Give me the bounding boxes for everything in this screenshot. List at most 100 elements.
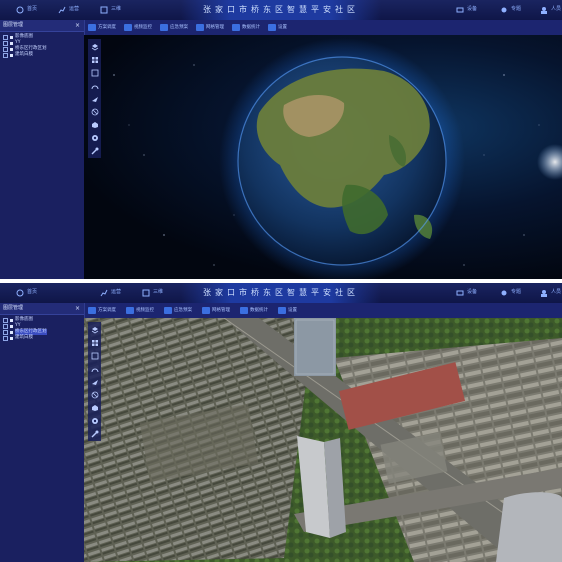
expand-icon[interactable] <box>3 317 8 323</box>
nav-home[interactable]: 首页 <box>16 286 37 299</box>
toolbar-item-dispatch[interactable]: 方案调度 <box>88 306 116 315</box>
nav-topic[interactable]: 专题 <box>500 286 521 299</box>
layers-icon[interactable] <box>90 42 99 51</box>
measure-icon[interactable] <box>90 351 99 360</box>
grid-icon[interactable] <box>90 338 99 347</box>
checkbox[interactable] <box>10 336 13 340</box>
expand-icon[interactable] <box>3 46 8 52</box>
compass-icon[interactable] <box>90 390 99 399</box>
camera-icon <box>126 307 134 314</box>
toolbar-item-emergency[interactable]: 应急预案 <box>160 23 188 32</box>
alert-icon <box>160 24 168 31</box>
device-icon <box>456 7 464 12</box>
layers-icon[interactable] <box>90 325 99 334</box>
toolbar-item-stats[interactable]: 数据统计 <box>240 306 268 315</box>
layer-panel-header: 图层管理 × <box>0 20 84 32</box>
page-title: 张家口市桥东区智慧平安社区 <box>181 0 381 20</box>
wrench-icon[interactable] <box>90 429 99 438</box>
dispatch-icon <box>88 307 96 314</box>
expand-icon[interactable] <box>3 323 8 329</box>
device-icon <box>456 290 464 295</box>
page-title: 张家口市桥东区智慧平安社区 <box>181 283 381 303</box>
settings-icon[interactable] <box>90 133 99 142</box>
nav-device[interactable]: 设备 <box>456 286 477 299</box>
nav-operation[interactable]: 运营 <box>58 3 79 16</box>
cube-icon <box>142 289 150 296</box>
city-scene[interactable] <box>84 318 562 562</box>
screen-city-view: 首页 运营 三维 张家口市桥东区智慧平安社区 设备 专题 人员 方案调度 视频监… <box>0 283 562 562</box>
nav-3d[interactable]: 三维 <box>100 3 121 16</box>
checkbox[interactable] <box>10 35 13 39</box>
wrench-icon[interactable] <box>90 146 99 155</box>
nav-topic[interactable]: 专题 <box>500 3 521 16</box>
measure-icon[interactable] <box>90 68 99 77</box>
camera-icon <box>124 24 132 31</box>
user-icon <box>541 6 547 14</box>
star-flare <box>537 144 562 180</box>
screen-globe-view: 首页 运营 三维 张家口市桥东区智慧平安社区 设备 专题 人员 方案调度 视频监… <box>0 0 562 279</box>
toolbar-item-grid[interactable]: 网格管理 <box>202 306 230 315</box>
toolbar-item-video[interactable]: 视频监控 <box>124 23 152 32</box>
layer-panel: 图层管理 × 影像底图 YY 桥东区行政区划 建筑白膜 <box>0 20 85 279</box>
stats-icon <box>232 24 240 31</box>
alert-icon <box>164 307 172 314</box>
checkbox[interactable] <box>10 324 13 328</box>
chart-icon <box>58 6 66 13</box>
nav-home[interactable]: 首页 <box>16 3 37 16</box>
toolbar-item-video[interactable]: 视频监控 <box>126 306 154 315</box>
title-bar: 首页 运营 三维 张家口市桥东区智慧平安社区 设备 专题 人员 <box>0 283 562 304</box>
toolbar-item-settings[interactable]: 设置 <box>278 306 297 315</box>
cube-icon <box>100 6 108 13</box>
expand-icon[interactable] <box>3 40 8 46</box>
arc-icon[interactable] <box>90 364 99 373</box>
cube-icon[interactable] <box>90 120 99 129</box>
dispatch-icon <box>88 24 96 31</box>
arc-icon[interactable] <box>90 81 99 90</box>
title-bar: 首页 运营 三维 张家口市桥东区智慧平安社区 设备 专题 人员 <box>0 0 562 21</box>
settings-icon <box>278 307 286 314</box>
city-viewport[interactable] <box>84 318 562 562</box>
checkbox[interactable] <box>10 318 13 322</box>
toolbar-item-stats[interactable]: 数据统计 <box>232 23 260 32</box>
layer-panel: 图层管理 × 影像底图 YY 桥东区行政区划 建筑白膜 <box>0 303 85 562</box>
tower-back <box>294 318 336 376</box>
nav-3d[interactable]: 三维 <box>142 286 163 299</box>
user-icon <box>541 289 547 297</box>
toolbar-item-grid[interactable]: 网格管理 <box>196 23 224 32</box>
globe-viewport[interactable] <box>84 35 562 279</box>
function-toolbar: 方案调度 视频监控 应急预案 网格管理 数据统计 设置 <box>84 20 562 36</box>
checkbox[interactable] <box>10 47 13 51</box>
toolbar-item-settings[interactable]: 设置 <box>268 23 287 32</box>
layer-item[interactable]: 建筑白膜 <box>0 52 84 58</box>
nav-people[interactable]: 人员 <box>540 3 561 16</box>
nav-device[interactable]: 设备 <box>456 3 477 16</box>
grid-icon <box>196 24 204 31</box>
home-icon <box>16 6 24 13</box>
checkbox[interactable] <box>10 53 13 57</box>
expand-icon[interactable] <box>3 34 8 40</box>
nav-people[interactable]: 人员 <box>540 286 561 299</box>
cube-icon[interactable] <box>90 403 99 412</box>
close-icon[interactable]: × <box>75 20 80 31</box>
grid-icon[interactable] <box>90 55 99 64</box>
globe-scene[interactable] <box>84 35 562 279</box>
fly-icon[interactable] <box>90 94 99 103</box>
topic-icon <box>501 290 507 295</box>
checkbox[interactable] <box>10 330 13 334</box>
toolbar-item-emergency[interactable]: 应急预案 <box>164 306 192 315</box>
expand-icon[interactable] <box>3 52 8 58</box>
expand-icon[interactable] <box>3 329 8 335</box>
expand-icon[interactable] <box>3 335 8 341</box>
chart-icon <box>100 289 108 296</box>
settings-icon[interactable] <box>90 416 99 425</box>
nav-operation[interactable]: 运营 <box>100 286 121 299</box>
layer-item[interactable]: 建筑白膜 <box>0 335 84 341</box>
close-icon[interactable]: × <box>75 303 80 314</box>
toolbar-item-dispatch[interactable]: 方案调度 <box>88 23 116 32</box>
view-toolbar <box>88 322 101 441</box>
view-toolbar <box>88 39 101 158</box>
compass-icon[interactable] <box>90 107 99 116</box>
fly-icon[interactable] <box>90 377 99 386</box>
checkbox[interactable] <box>10 41 13 45</box>
layer-panel-header: 图层管理 × <box>0 303 84 315</box>
